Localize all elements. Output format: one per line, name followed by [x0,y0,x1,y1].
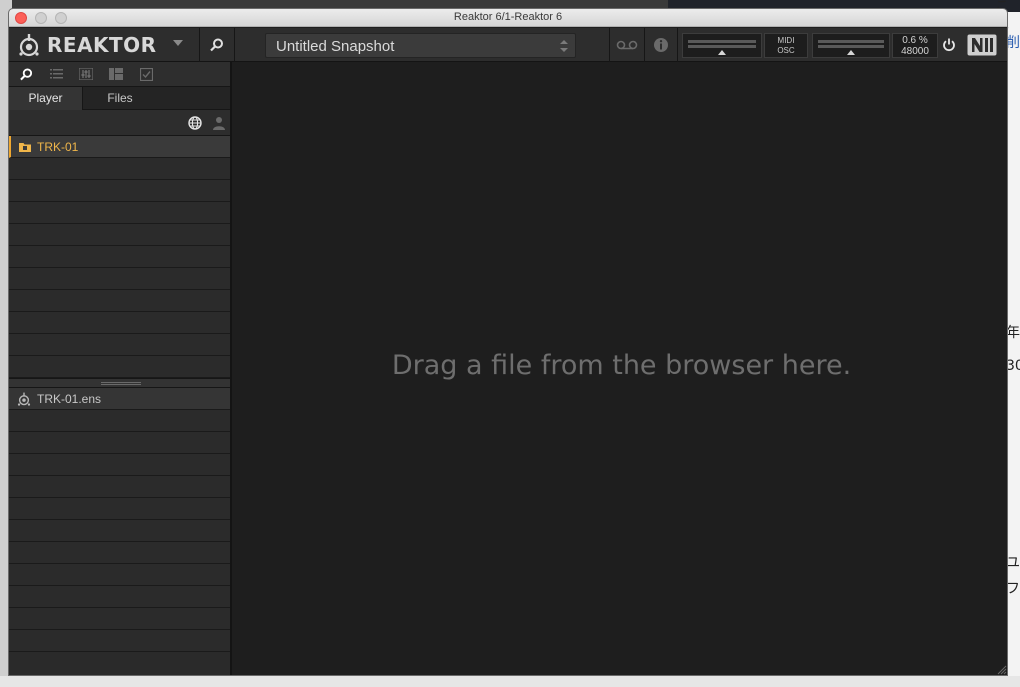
list-item[interactable] [9,180,230,202]
list-item[interactable] [9,268,230,290]
browser-search-tool[interactable] [17,65,35,83]
cpu-samplerate-display[interactable]: 0.6 % 48000 [892,33,938,58]
list-item[interactable]: TRK-01 [9,136,230,158]
browser-search-button[interactable] [205,33,229,57]
tab-files[interactable]: Files [83,87,157,110]
folder-name: TRK-01 [37,139,79,154]
updown-arrows-icon [560,40,568,52]
snapshot-name: Untitled Snapshot [276,38,395,55]
toolbar-divider [199,28,200,62]
osc-label: OSC [777,46,795,55]
main-toolbar: REAKTOR Untitled Snapshot MIDI OSC 0.6 %… [9,28,1007,62]
list-item[interactable] [9,630,230,652]
splitter-grip [101,384,141,385]
list-view-tool[interactable] [47,65,65,83]
volume-slider-handle[interactable] [847,50,855,55]
list-item[interactable] [9,410,230,432]
list-item[interactable] [9,608,230,630]
folder-list: TRK-01 [9,136,230,378]
list-item[interactable] [9,334,230,356]
audio-power-button[interactable] [937,33,961,57]
list-item[interactable] [9,224,230,246]
ensemble-file-icon [17,392,31,406]
folder-icon [19,142,31,152]
power-icon [943,38,955,52]
list-item[interactable] [9,498,230,520]
search-icon [19,67,32,80]
input-level-meter[interactable] [682,33,762,58]
title-bar[interactable]: Reaktor 6/1-Reaktor 6 [9,9,1007,27]
list-item[interactable] [9,246,230,268]
meter-bar [688,40,756,43]
list-item[interactable] [9,158,230,180]
native-instruments-logo-icon[interactable] [967,34,997,56]
browser-tools [9,62,230,86]
browser-filter-bar [9,110,230,136]
list-icon [49,69,63,79]
list-item[interactable] [9,356,230,378]
background-text: 年 [1006,325,1020,341]
brand-logo[interactable]: REAKTOR [17,32,157,58]
background-text: ユ [1006,555,1020,571]
browser-panel: Player Files TRK-01 TRK-01.ens [9,62,232,675]
toolbar-divider [644,28,645,62]
file-name: TRK-01.ens [37,391,102,406]
info-button[interactable] [649,33,673,57]
structure-tool[interactable] [107,65,125,83]
list-item[interactable] [9,432,230,454]
brand-name: REAKTOR [47,33,157,57]
list-item[interactable] [9,542,230,564]
desktop-bottom-strip [0,676,1020,687]
list-item[interactable] [9,202,230,224]
file-list: TRK-01.ens [9,388,230,652]
checkbox-icon [139,67,153,81]
list-item[interactable]: TRK-01.ens [9,388,230,410]
list-item[interactable] [9,564,230,586]
toolbar-divider [234,28,235,62]
midi-osc-indicator[interactable]: MIDI OSC [764,33,808,58]
chevron-down-icon[interactable] [173,40,183,46]
list-item[interactable] [9,586,230,608]
properties-tool[interactable] [77,65,95,83]
background-text: 削 [1006,35,1020,51]
list-item[interactable] [9,454,230,476]
list-item[interactable] [9,290,230,312]
meter-bar [688,45,756,48]
window-title: Reaktor 6/1-Reaktor 6 [453,11,563,23]
browser-tabs: Player Files [9,86,230,110]
info-icon [654,38,668,52]
splitter-grip [101,382,141,383]
tape-icon [616,40,638,50]
reaktor-logo-icon [19,34,39,57]
snapshot-selector[interactable]: Untitled Snapshot [265,33,576,58]
resize-grip-icon[interactable] [995,663,1007,675]
ensemble-drop-area[interactable]: Drag a file from the browser here. [234,62,1007,675]
cpu-load: 0.6 % [902,35,928,46]
search-icon [210,38,223,52]
output-level-meter[interactable] [812,33,890,58]
reaktor-window: Reaktor 6/1-Reaktor 6 REAKTOR Untitled S… [8,8,1008,676]
sliders-icon [79,68,93,80]
drop-placeholder: Drag a file from the browser here. [391,350,852,381]
meter-bar [818,45,884,48]
globe-icon[interactable] [188,116,202,130]
list-item[interactable] [9,476,230,498]
user-icon[interactable] [212,116,226,130]
toolbar-divider [609,28,610,62]
level-slider-handle[interactable] [718,50,726,55]
panel-splitter-handle[interactable] [9,378,230,388]
tape-deck-button[interactable] [613,33,641,57]
background-text: フ [1006,581,1020,597]
sample-rate: 48000 [901,46,929,57]
tab-player[interactable]: Player [9,87,83,110]
list-item[interactable] [9,520,230,542]
list-item[interactable] [9,312,230,334]
toolbar-divider [677,28,678,62]
midi-label: MIDI [777,36,795,45]
meter-bar [818,40,884,43]
background-text: 30 [1006,358,1020,374]
layout-icon [109,68,123,80]
check-tool[interactable] [137,65,155,83]
